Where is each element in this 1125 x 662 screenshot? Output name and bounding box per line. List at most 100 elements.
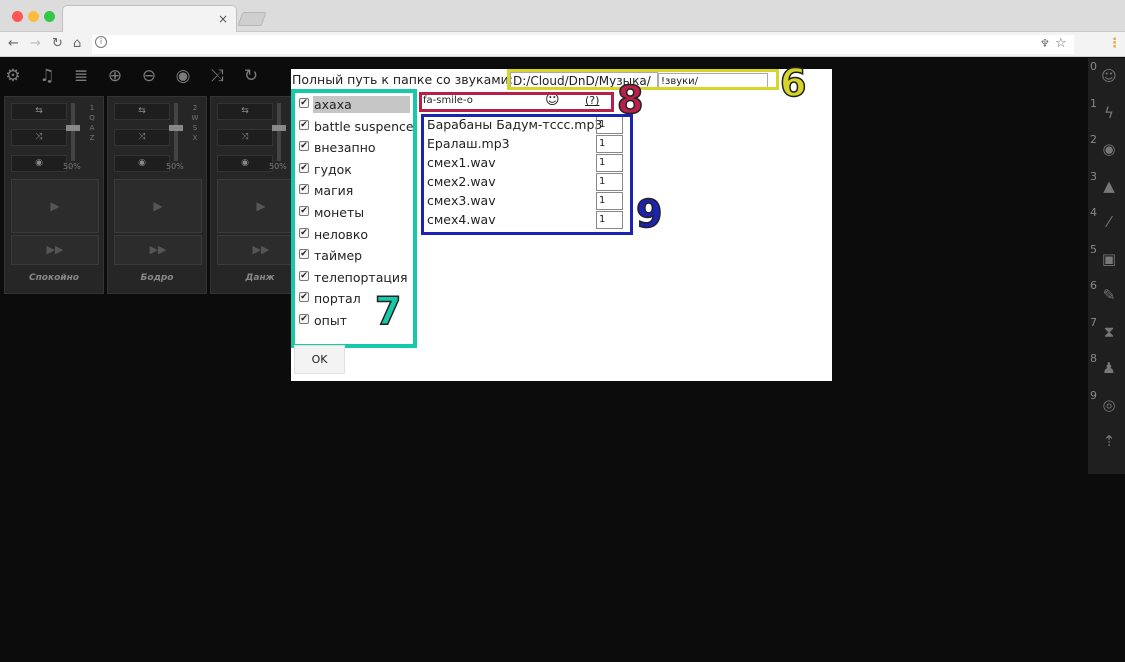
quick-sound-button[interactable]: 5 ▣ bbox=[1088, 241, 1125, 275]
hotkey-label: X bbox=[192, 134, 198, 142]
next-track-button[interactable]: ▶▶ bbox=[114, 235, 202, 265]
volume-slider-knob[interactable] bbox=[66, 125, 80, 131]
sound-panel: ⇆ ⤨ ◉ 1 Q A Z 50% ▶ ▶▶ Спокойно bbox=[4, 96, 104, 294]
quick-sound-button[interactable]: 0 ☺ bbox=[1088, 58, 1125, 92]
quick-sound-number: 5 bbox=[1090, 242, 1097, 256]
quick-sound-button[interactable]: 8 ♟ bbox=[1088, 350, 1125, 384]
quick-sound-icon: ▣ bbox=[1101, 249, 1117, 268]
sound-panel: ⇆ ⤨ ◉ 2 W S X 50% ▶ ▶▶ Бодро bbox=[107, 96, 207, 294]
quick-sound-icon: ✎ bbox=[1102, 286, 1116, 304]
quick-sound-icon: ☺ bbox=[1101, 67, 1117, 85]
play-button[interactable]: ▶ bbox=[114, 179, 202, 233]
refresh-icon[interactable]: ↻ bbox=[238, 63, 264, 89]
quick-sound-icon: ◎ bbox=[1102, 395, 1116, 414]
reload-icon[interactable]: ↻ bbox=[52, 35, 63, 53]
quick-sound-button[interactable]: 9 ◎ bbox=[1088, 387, 1125, 421]
bookmark-star-icon[interactable]: ☆ bbox=[1055, 35, 1067, 53]
settings-gear-icon[interactable]: ⚙ bbox=[0, 63, 26, 89]
browser-tab[interactable]: × bbox=[62, 5, 237, 33]
hotkey-list: 1 QAZ bbox=[87, 103, 97, 143]
quick-sound-sidebar: 0 ☺ 1 ϟ 2 ◉ 3 ▲ 4 ⁄ 5 ▣ 6 ✎ 7 ⧗ 8 ♟ 9 ◎ ⇡ bbox=[1088, 58, 1125, 474]
annotation-number-9: 9 bbox=[635, 192, 663, 236]
zoom-out-icon[interactable]: ⊖ bbox=[136, 63, 162, 89]
volume-percent: 50% bbox=[166, 162, 184, 171]
browser-toolbar: ← → ↻ ⌂ ♆ ☆ ⋮ bbox=[0, 32, 1125, 57]
quick-sound-number: 8 bbox=[1090, 352, 1097, 365]
quick-sound-button[interactable]: ⇡ bbox=[1088, 423, 1125, 457]
tab-close-icon[interactable]: × bbox=[218, 12, 228, 26]
annotation-number-7: 7 bbox=[374, 289, 402, 333]
minimize-window-button[interactable] bbox=[28, 11, 39, 22]
quick-sound-number: 1 bbox=[1090, 96, 1097, 110]
quick-sound-icon: ⧗ bbox=[1103, 322, 1115, 341]
hotkey-label: A bbox=[89, 124, 95, 132]
quick-sound-number: 0 bbox=[1090, 60, 1097, 73]
volume-slider[interactable] bbox=[277, 103, 281, 161]
quick-sound-number: 9 bbox=[1090, 388, 1097, 402]
quick-sound-number: 7 bbox=[1090, 315, 1097, 329]
annotation-box-9 bbox=[421, 114, 633, 235]
panel-name: Спокойно bbox=[28, 273, 79, 283]
quick-sound-icon: ▲ bbox=[1103, 176, 1115, 195]
next-track-button[interactable]: ▶▶ bbox=[11, 235, 99, 265]
site-info-icon[interactable]: i bbox=[95, 36, 107, 48]
volume-percent: 50% bbox=[269, 162, 287, 171]
loop-button[interactable]: ⇆ bbox=[114, 103, 170, 120]
new-tab-button[interactable] bbox=[237, 12, 267, 26]
quick-sound-button[interactable]: 3 ▲ bbox=[1088, 168, 1125, 202]
hotkey-label: Q bbox=[89, 114, 95, 122]
shuffle-button[interactable]: ⤨ bbox=[11, 129, 67, 146]
extension-key-icon[interactable]: ♆ bbox=[1040, 35, 1050, 53]
hotkey-label: 2 bbox=[192, 104, 198, 112]
ok-button[interactable]: OK bbox=[294, 345, 345, 374]
annotation-number-6: 6 bbox=[779, 61, 807, 105]
quick-sound-number: 2 bbox=[1090, 133, 1097, 146]
quick-sound-button[interactable]: 4 ⁄ bbox=[1088, 204, 1125, 238]
address-bar[interactable] bbox=[92, 35, 1074, 54]
quick-sound-number: 4 bbox=[1090, 206, 1097, 219]
shuffle-icon[interactable]: ⤨ bbox=[204, 63, 230, 89]
quick-sound-number: 6 bbox=[1090, 279, 1097, 292]
quick-sound-button[interactable]: 7 ⧗ bbox=[1088, 314, 1125, 348]
volume-percent: 50% bbox=[63, 162, 81, 171]
close-window-button[interactable] bbox=[12, 11, 23, 22]
music-icon[interactable]: ♫ bbox=[34, 63, 60, 89]
database-icon[interactable]: ≣ bbox=[68, 63, 94, 89]
forward-arrow-icon[interactable]: → bbox=[30, 35, 41, 53]
visibility-button[interactable]: ◉ bbox=[114, 155, 170, 172]
quick-sound-icon: ◉ bbox=[1102, 140, 1116, 158]
back-arrow-icon[interactable]: ← bbox=[8, 35, 19, 53]
quick-sound-icon: ϟ bbox=[1104, 103, 1114, 122]
shuffle-button[interactable]: ⤨ bbox=[217, 129, 273, 146]
panel-name: Бодро bbox=[140, 273, 174, 283]
browser-tabstrip: × bbox=[0, 0, 1125, 33]
annotation-box-8 bbox=[419, 92, 614, 112]
menu-dots-icon[interactable]: ⋮ bbox=[1108, 35, 1121, 53]
home-icon[interactable]: ⌂ bbox=[73, 35, 81, 53]
hotkey-label: W bbox=[191, 114, 199, 122]
volume-slider[interactable] bbox=[71, 103, 75, 161]
visibility-button[interactable]: ◉ bbox=[11, 155, 67, 172]
maximize-window-button[interactable] bbox=[44, 11, 55, 22]
quick-sound-icon: ♟ bbox=[1102, 359, 1116, 377]
zoom-in-icon[interactable]: ⊕ bbox=[102, 63, 128, 89]
quick-sound-number: 3 bbox=[1090, 169, 1097, 183]
hotkey-label: S bbox=[192, 124, 198, 132]
play-button[interactable]: ▶ bbox=[11, 179, 99, 233]
volume-slider-knob[interactable] bbox=[272, 125, 286, 131]
quick-sound-icon: ⁄ bbox=[1107, 213, 1111, 231]
loop-button[interactable]: ⇆ bbox=[217, 103, 273, 120]
visibility-button[interactable]: ◉ bbox=[217, 155, 273, 172]
hotkey-label: Z bbox=[89, 134, 95, 142]
volume-slider[interactable] bbox=[174, 103, 178, 161]
shuffle-button[interactable]: ⤨ bbox=[114, 129, 170, 146]
path-label: Полный путь к папке со звуками: bbox=[292, 72, 513, 87]
eye-slash-icon[interactable]: ◉ bbox=[170, 63, 196, 89]
quick-sound-icon: ⇡ bbox=[1102, 432, 1116, 450]
volume-slider-knob[interactable] bbox=[169, 125, 183, 131]
quick-sound-button[interactable]: 6 ✎ bbox=[1088, 277, 1125, 311]
hotkey-list: 2 WSX bbox=[190, 103, 200, 143]
quick-sound-button[interactable]: 2 ◉ bbox=[1088, 131, 1125, 165]
loop-button[interactable]: ⇆ bbox=[11, 103, 67, 120]
quick-sound-button[interactable]: 1ϟ bbox=[1088, 95, 1125, 129]
